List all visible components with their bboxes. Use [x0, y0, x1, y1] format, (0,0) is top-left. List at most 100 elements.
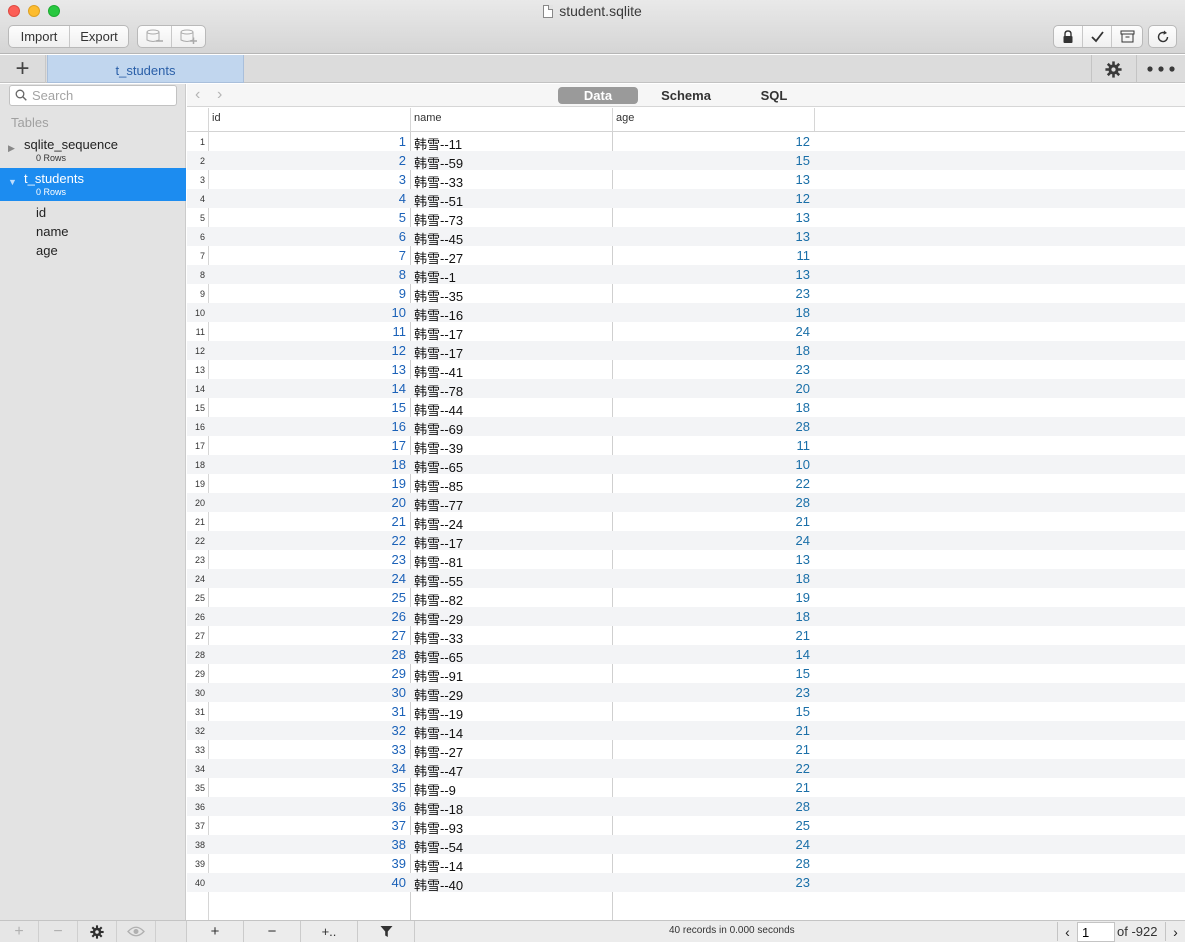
- cell-id[interactable]: 9: [209, 286, 406, 301]
- cell-id[interactable]: 27: [209, 628, 406, 643]
- archive-button[interactable]: [1112, 26, 1142, 47]
- cell-age[interactable]: 21: [614, 780, 810, 795]
- commit-button[interactable]: [1083, 26, 1112, 47]
- cell-age[interactable]: 24: [614, 324, 810, 339]
- table-row[interactable]: 23 23 韩雪--81 13: [187, 550, 1185, 570]
- cell-id[interactable]: 25: [209, 590, 406, 605]
- table-row[interactable]: 6 6 韩雪--45 13: [187, 227, 1185, 247]
- remove-table-button[interactable]: −: [39, 921, 78, 942]
- cell-age[interactable]: 18: [614, 305, 810, 320]
- cell-age[interactable]: 21: [614, 742, 810, 757]
- cell-name[interactable]: 韩雪--40: [414, 875, 609, 894]
- table-row[interactable]: 18 18 韩雪--65 10: [187, 455, 1185, 475]
- table-row[interactable]: 22 22 韩雪--17 24: [187, 531, 1185, 551]
- cell-id[interactable]: 17: [209, 438, 406, 453]
- sidebar-table-t-students[interactable]: ▼ t_students 0 Rows: [0, 168, 186, 201]
- cell-id[interactable]: 40: [209, 875, 406, 890]
- cell-id[interactable]: 23: [209, 552, 406, 567]
- cell-age[interactable]: 22: [614, 476, 810, 491]
- cell-age[interactable]: 18: [614, 343, 810, 358]
- cell-age[interactable]: 13: [614, 552, 810, 567]
- tab-data[interactable]: Data: [558, 87, 638, 104]
- cell-id[interactable]: 29: [209, 666, 406, 681]
- table-row[interactable]: 32 32 韩雪--14 21: [187, 721, 1185, 741]
- cell-age[interactable]: 28: [614, 495, 810, 510]
- cell-id[interactable]: 3: [209, 172, 406, 187]
- table-row[interactable]: 21 21 韩雪--24 21: [187, 512, 1185, 532]
- table-row[interactable]: 36 36 韩雪--18 28: [187, 797, 1185, 817]
- cell-id[interactable]: 18: [209, 457, 406, 472]
- table-row[interactable]: 7 7 韩雪--27 11: [187, 246, 1185, 266]
- database-remove-button[interactable]: [138, 26, 172, 47]
- cell-age[interactable]: 21: [614, 514, 810, 529]
- cell-id[interactable]: 30: [209, 685, 406, 700]
- cell-age[interactable]: 14: [614, 647, 810, 662]
- cell-age[interactable]: 13: [614, 172, 810, 187]
- table-row[interactable]: 4 4 韩雪--51 12: [187, 189, 1185, 209]
- refresh-button[interactable]: [1149, 26, 1176, 47]
- table-row[interactable]: 2 2 韩雪--59 15: [187, 151, 1185, 171]
- cell-id[interactable]: 26: [209, 609, 406, 624]
- cell-age[interactable]: 23: [614, 362, 810, 377]
- disclosure-down-icon[interactable]: ▼: [8, 177, 17, 187]
- more-options-button[interactable]: [1136, 55, 1185, 83]
- cell-age[interactable]: 18: [614, 609, 810, 624]
- table-row[interactable]: 27 27 韩雪--33 21: [187, 626, 1185, 646]
- tab-sql[interactable]: SQL: [734, 87, 814, 104]
- cell-age[interactable]: 13: [614, 210, 810, 225]
- cell-age[interactable]: 24: [614, 533, 810, 548]
- table-row[interactable]: 37 37 韩雪--93 25: [187, 816, 1185, 836]
- table-row[interactable]: 29 29 韩雪--91 15: [187, 664, 1185, 684]
- table-row[interactable]: 34 34 韩雪--47 22: [187, 759, 1185, 779]
- export-button[interactable]: Export: [70, 26, 128, 47]
- cell-age[interactable]: 23: [614, 875, 810, 890]
- table-row[interactable]: 17 17 韩雪--39 11: [187, 436, 1185, 456]
- table-row[interactable]: 3 3 韩雪--33 13: [187, 170, 1185, 190]
- cell-age[interactable]: 19: [614, 590, 810, 605]
- table-row[interactable]: 33 33 韩雪--27 21: [187, 740, 1185, 760]
- cell-id[interactable]: 38: [209, 837, 406, 852]
- table-row[interactable]: 38 38 韩雪--54 24: [187, 835, 1185, 855]
- table-row[interactable]: 16 16 韩雪--69 28: [187, 417, 1185, 437]
- table-row[interactable]: 11 11 韩雪--17 24: [187, 322, 1185, 342]
- database-add-button[interactable]: [172, 26, 205, 47]
- cell-age[interactable]: 10: [614, 457, 810, 472]
- cell-id[interactable]: 39: [209, 856, 406, 871]
- sidebar-column-id[interactable]: id: [36, 205, 46, 220]
- cell-id[interactable]: 6: [209, 229, 406, 244]
- cell-id[interactable]: 24: [209, 571, 406, 586]
- cell-age[interactable]: 12: [614, 134, 810, 149]
- cell-id[interactable]: 34: [209, 761, 406, 776]
- cell-age[interactable]: 11: [614, 438, 811, 453]
- cell-age[interactable]: 24: [614, 837, 810, 852]
- cell-age[interactable]: 18: [614, 400, 810, 415]
- cell-id[interactable]: 36: [209, 799, 406, 814]
- table-row[interactable]: 35 35 韩雪--9 21: [187, 778, 1185, 798]
- cell-id[interactable]: 4: [209, 191, 406, 206]
- cell-id[interactable]: 22: [209, 533, 406, 548]
- cell-id[interactable]: 32: [209, 723, 406, 738]
- table-row[interactable]: 14 14 韩雪--78 20: [187, 379, 1185, 399]
- table-row[interactable]: 13 13 韩雪--41 23: [187, 360, 1185, 380]
- filter-button[interactable]: [358, 921, 415, 942]
- table-row[interactable]: 31 31 韩雪--19 15: [187, 702, 1185, 722]
- cell-age[interactable]: 23: [614, 286, 810, 301]
- cell-id[interactable]: 31: [209, 704, 406, 719]
- cell-id[interactable]: 21: [209, 514, 406, 529]
- cell-id[interactable]: 28: [209, 647, 406, 662]
- cell-id[interactable]: 13: [209, 362, 406, 377]
- table-row[interactable]: 26 26 韩雪--29 18: [187, 607, 1185, 627]
- cell-age[interactable]: 15: [614, 153, 810, 168]
- add-row-button[interactable]: +: [187, 921, 244, 942]
- search-input[interactable]: [9, 85, 177, 106]
- cell-id[interactable]: 10: [209, 305, 406, 320]
- visibility-button[interactable]: [117, 921, 156, 942]
- table-row[interactable]: 19 19 韩雪--85 22: [187, 474, 1185, 494]
- remove-row-button[interactable]: −: [244, 921, 301, 942]
- cell-age[interactable]: 11: [614, 248, 811, 263]
- tab-schema[interactable]: Schema: [646, 87, 726, 104]
- add-multiple-rows-button[interactable]: +..: [301, 921, 358, 942]
- next-page-button[interactable]: ›: [1165, 922, 1185, 941]
- back-arrow-icon[interactable]: ‹: [195, 86, 200, 104]
- table-row[interactable]: 20 20 韩雪--77 28: [187, 493, 1185, 513]
